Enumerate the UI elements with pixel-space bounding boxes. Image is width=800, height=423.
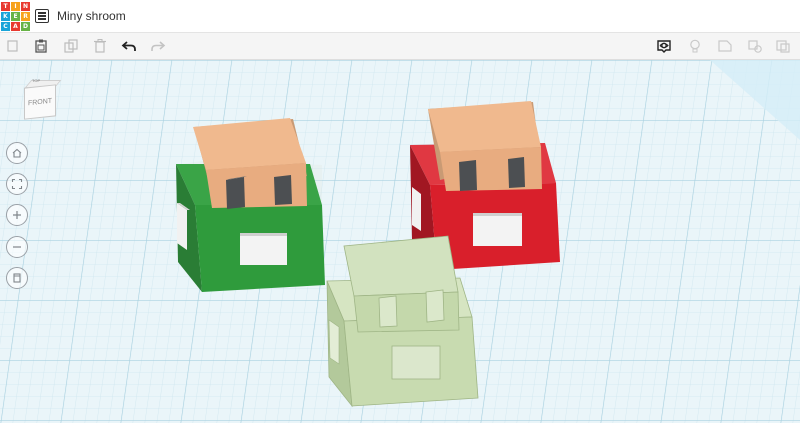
perspective-icon[interactable] <box>6 267 28 289</box>
eye-right <box>508 157 525 188</box>
front-plate <box>473 213 522 246</box>
zoom-in-icon[interactable] <box>6 204 28 226</box>
logo-letter: A <box>11 22 20 31</box>
head-top <box>428 101 541 152</box>
front-plate <box>391 345 441 380</box>
workplane-viewport[interactable]: TOP FRONT <box>0 60 800 423</box>
view-cube[interactable]: TOP FRONT <box>18 78 62 120</box>
logo-letter: D <box>21 22 30 31</box>
group-icon[interactable] <box>716 37 734 55</box>
paste-icon[interactable] <box>32 37 50 55</box>
head-front <box>440 147 542 191</box>
logo-letter: N <box>21 2 30 11</box>
eye-left <box>459 160 477 191</box>
design-title[interactable]: Miny shroom <box>57 9 126 23</box>
eye-right <box>274 175 292 205</box>
logo-letter: T <box>1 2 10 11</box>
tinkercad-logo[interactable]: T I N K E R C A D <box>1 2 30 31</box>
eye-left <box>226 177 245 209</box>
front-plate-edge <box>473 213 522 216</box>
workplane-scene[interactable] <box>0 60 800 423</box>
ungroup-icon[interactable] <box>746 37 764 55</box>
align-icon[interactable] <box>774 37 792 55</box>
design-list-icon[interactable] <box>35 9 49 23</box>
show-hide-icon[interactable] <box>655 37 673 55</box>
undo-icon[interactable] <box>120 37 138 55</box>
head-top <box>343 235 459 297</box>
fit-all-icon[interactable] <box>6 173 28 195</box>
toolbar <box>0 33 800 60</box>
eye-left <box>378 295 398 328</box>
eye-right <box>425 289 445 323</box>
home-view-icon[interactable] <box>6 142 28 164</box>
zoom-out-icon[interactable] <box>6 236 28 258</box>
logo-letter: I <box>11 2 20 11</box>
top-bar: T I N K E R C A D Miny shroom <box>0 0 800 33</box>
side-plate <box>328 319 340 365</box>
front-plate-edge <box>240 233 287 236</box>
logo-letter: K <box>1 12 10 21</box>
copy-icon[interactable] <box>4 37 22 55</box>
logo-letter: E <box>11 12 20 21</box>
logo-letter: R <box>21 12 30 21</box>
view-cube-front[interactable]: FRONT <box>24 84 56 120</box>
head-top <box>193 118 306 170</box>
redo-icon[interactable] <box>149 37 167 55</box>
lightbulb-icon[interactable] <box>686 37 704 55</box>
front-plate <box>240 233 287 265</box>
duplicate-icon[interactable] <box>62 37 80 55</box>
side-plate <box>177 203 187 250</box>
view-cube-top-label: TOP <box>32 78 41 83</box>
side-plate <box>412 187 421 231</box>
logo-letter: C <box>1 22 10 31</box>
tinkercad-editor: T I N K E R C A D Miny shroom TOP FRONT <box>0 0 800 423</box>
delete-icon[interactable] <box>91 37 109 55</box>
